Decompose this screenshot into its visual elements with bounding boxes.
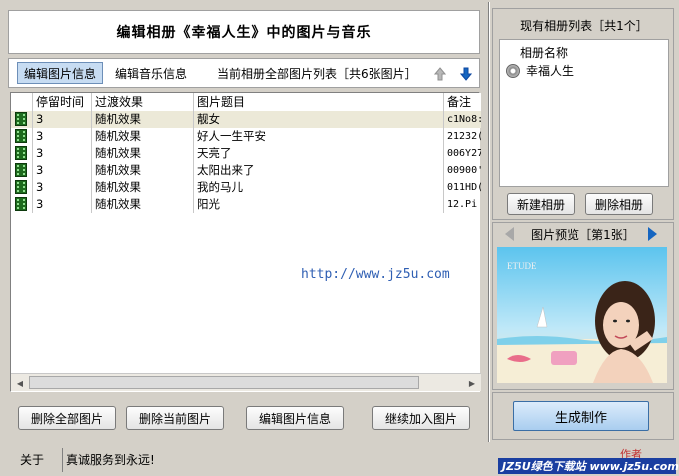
next-image-icon[interactable] <box>648 227 657 241</box>
prev-image-icon[interactable] <box>505 227 514 241</box>
image-table: 停留时间 过渡效果 图片题目 备注 3 随机效果 靓女 c1No8: 3 随机效… <box>10 92 481 392</box>
film-icon <box>15 197 27 211</box>
tab-edit-images[interactable]: 编辑图片信息 <box>17 62 104 84</box>
film-icon <box>15 163 27 177</box>
table-row[interactable]: 3 随机效果 太阳出来了 00900' <box>11 162 481 179</box>
album-list-title: 现有相册列表［共1个］ <box>520 19 648 33</box>
delete-album-button[interactable]: 删除相册 <box>585 193 653 215</box>
album-column-header: 相册名称 <box>520 46 569 60</box>
disc-icon <box>506 63 520 78</box>
tab-bar: 编辑图片信息 编辑音乐信息 当前相册全部图片列表［共6张图片］ <box>8 58 480 88</box>
scroll-thumb[interactable] <box>29 376 419 389</box>
preview-label: 图片预览［第1张］ <box>531 227 635 242</box>
edit-image-info-button[interactable]: 编辑图片信息 <box>246 406 344 430</box>
header-image-title[interactable]: 图片题目 <box>194 93 444 111</box>
status-bar: 关于 真诚服务到永远! 作者 JZ5U绿色下载站 www.jz5u.com <box>0 446 679 476</box>
generate-button[interactable]: 生成制作 <box>513 401 649 431</box>
delete-all-images-button[interactable]: 删除全部图片 <box>18 406 116 430</box>
album-list: 相册名称 幸福人生 <box>499 39 669 187</box>
preview-group: 图片预览［第1张］ ETUDE <box>492 222 674 390</box>
editor-panel: 编辑相册《幸福人生》中的图片与音乐 编辑图片信息 编辑音乐信息 当前相册全部图片… <box>2 2 486 440</box>
make-group: 生成制作 <box>492 392 674 440</box>
preview-image: ETUDE <box>497 247 667 383</box>
new-album-button[interactable]: 新建相册 <box>507 193 575 215</box>
list-caption: 当前相册全部图片列表［共6张图片］ <box>217 66 417 81</box>
move-down-button[interactable] <box>459 66 473 82</box>
page-title: 编辑相册《幸福人生》中的图片与音乐 <box>8 10 480 54</box>
table-row[interactable]: 3 随机效果 阳光 12.Pi <box>11 196 481 213</box>
header-note[interactable]: 备注 <box>444 93 481 111</box>
album-item-label: 幸福人生 <box>526 64 575 78</box>
header-stay-time[interactable]: 停留时间 <box>33 93 92 111</box>
panel-divider <box>488 2 490 442</box>
film-icon <box>15 129 27 143</box>
continue-add-images-button[interactable]: 继续加入图片 <box>372 406 470 430</box>
film-icon <box>15 180 27 194</box>
watermark-url: http://www.jz5u.com <box>301 267 450 282</box>
album-item[interactable]: 幸福人生 <box>506 62 574 79</box>
about-link[interactable]: 关于 <box>20 451 44 468</box>
table-row[interactable]: 3 随机效果 靓女 c1No8: <box>11 111 481 128</box>
preview-photo: ETUDE <box>497 247 667 383</box>
scroll-right-icon[interactable]: ▶ <box>464 375 480 391</box>
film-icon <box>15 112 27 126</box>
table-row[interactable]: 3 随机效果 好人一生平安 21232( <box>11 128 481 145</box>
arrow-down-icon <box>460 67 472 81</box>
table-row[interactable]: 3 随机效果 我的马儿 011HD( <box>11 179 481 196</box>
film-icon <box>15 146 27 160</box>
album-list-group: 现有相册列表［共1个］ 相册名称 幸福人生 新建相册 删除相册 <box>492 8 674 220</box>
arrow-up-icon <box>434 67 446 81</box>
site-brand-banner: JZ5U绿色下载站 www.jz5u.com <box>498 458 679 474</box>
table-row[interactable]: 3 随机效果 天亮了 006Y27 <box>11 145 481 162</box>
brand-logo: ETUDE <box>507 261 537 271</box>
horizontal-scrollbar[interactable]: ◀ ▶ <box>11 373 481 391</box>
table-header: 停留时间 过渡效果 图片题目 备注 <box>11 93 481 111</box>
status-separator <box>62 448 63 472</box>
preview-bar: 图片预览［第1张］ <box>493 223 673 245</box>
delete-current-image-button[interactable]: 删除当前图片 <box>126 406 224 430</box>
move-up-button[interactable] <box>433 66 447 82</box>
header-icon-col <box>11 93 33 111</box>
scroll-left-icon[interactable]: ◀ <box>12 375 28 391</box>
tab-edit-music[interactable]: 编辑音乐信息 <box>109 62 193 84</box>
status-message: 真诚服务到永远! <box>66 453 155 467</box>
header-transition[interactable]: 过渡效果 <box>92 93 194 111</box>
